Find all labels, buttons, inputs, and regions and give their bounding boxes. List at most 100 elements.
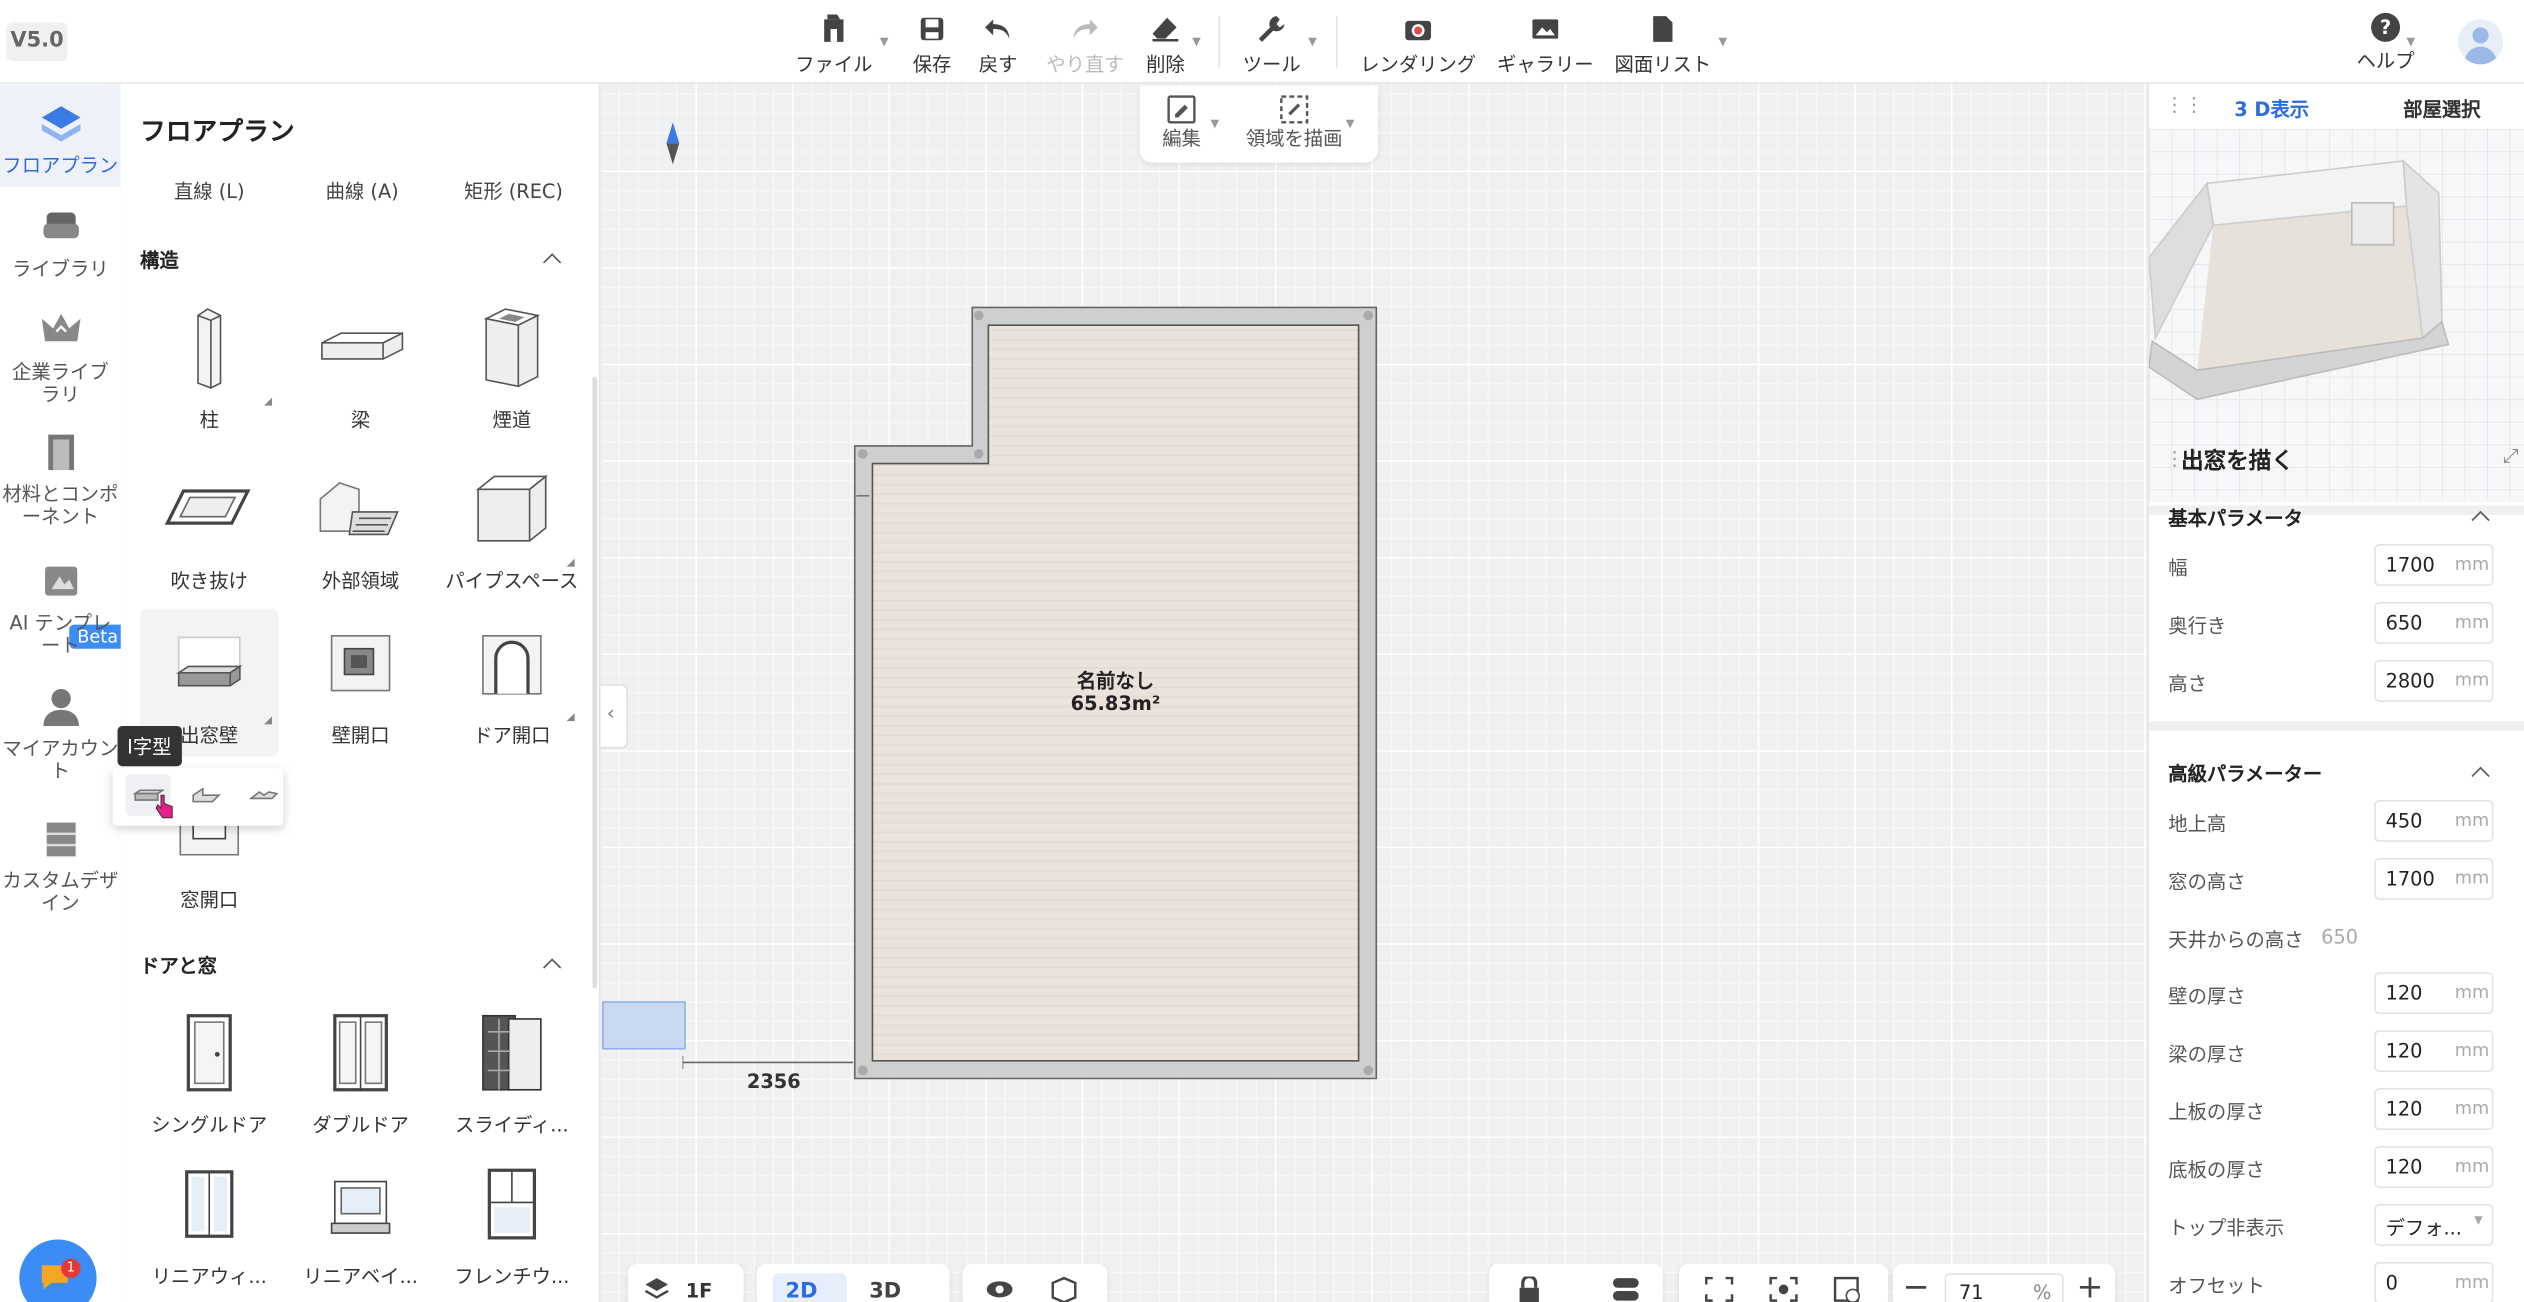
pipe-space-icon (464, 464, 561, 554)
undo-button[interactable]: 戻す (979, 13, 1017, 77)
item-double-door[interactable]: ダブルドア (291, 998, 429, 1143)
help-caret-icon: ▼ (2406, 35, 2416, 49)
item-exterior-area[interactable]: 外部領域 (291, 454, 429, 599)
lock-icon[interactable] (1518, 1276, 1541, 1302)
param-depth: 奥行き 650 mm (2168, 602, 2506, 647)
item-linear-bay-window[interactable]: リニアベイ... (291, 1149, 429, 1294)
linear-bay-window-icon (312, 1159, 409, 1249)
param-wall-thickness: 壁の厚さ 120 mm (2168, 972, 2506, 1017)
redo-button[interactable]: やり直す (1046, 13, 1124, 77)
nav-floorplan[interactable]: フロアプラン (0, 83, 121, 187)
variant-u-shape[interactable] (241, 774, 286, 816)
zoom-out-button[interactable]: − (1903, 1267, 1930, 1302)
expand-icon[interactable]: ⤢ (2503, 444, 2518, 468)
nav-library[interactable]: ライブラリ (0, 206, 121, 296)
image-icon (1529, 13, 1561, 45)
beam-icon (312, 303, 409, 393)
params-title: 出窓を描く (2181, 449, 2294, 475)
right-panel: ⋮⋮ 3 D表示 部屋選択 ⋮⋮ 出窓を描く ⤢ 基本パラメータ 幅 1700 mm… (2147, 83, 2524, 1302)
nav-materials[interactable]: 材料とコンポーネント (0, 431, 121, 537)
item-wall-opening[interactable]: 壁開口 (291, 608, 429, 753)
redo-icon (1069, 13, 1101, 45)
item-beam[interactable]: 梁 (291, 293, 429, 438)
sofa-icon (38, 206, 83, 251)
fit-view-icon[interactable] (1705, 1276, 1734, 1302)
measure-icon[interactable] (1833, 1276, 1862, 1302)
mode-2d-button[interactable]: 2D (772, 1273, 847, 1302)
chevron-up-icon[interactable] (542, 955, 561, 974)
tab-line[interactable]: 直線 (L) (137, 177, 282, 204)
chevron-left-icon: ‹ (606, 701, 615, 725)
drawings-button[interactable]: 図面リスト ▼ (1615, 13, 1727, 77)
ai-template-icon (38, 560, 83, 605)
zoom-in-button[interactable]: + (2077, 1267, 2104, 1302)
chevron-up-icon[interactable] (542, 250, 561, 269)
item-atrium[interactable]: 吹き抜け (140, 454, 278, 599)
tab-rectangle[interactable]: 矩形 (REC) (441, 177, 586, 204)
drag-handle-icon[interactable]: ⋮⋮ (2165, 93, 2204, 116)
edit-button[interactable]: 編集 (1162, 95, 1201, 151)
save-icon (916, 13, 948, 45)
top-toolbar: V5.0 ファイル ▼ 保存 戻す やり直す 削除 ▼ ツール ▼ レンダリング ギャ… (0, 0, 2524, 84)
avatar[interactable] (2458, 19, 2504, 65)
panel-scrollbar[interactable] (592, 376, 598, 989)
wall-opening-icon (312, 618, 409, 708)
floorplan-panel: フロアプラン 直線 (L) 曲線 (A) 矩形 (REC) 構造 柱 梁 煙道 … (120, 83, 601, 1302)
render-button[interactable]: レンダリング (1360, 13, 1476, 77)
selection-rectangle[interactable] (602, 1001, 686, 1050)
collapse-panel-button[interactable]: ‹ (598, 684, 628, 749)
floor-selector[interactable]: 1F (627, 1263, 744, 1302)
room-label: 名前なし 65.83m² (1070, 669, 1161, 715)
item-french-window[interactable]: フレンチウ... (443, 1149, 581, 1294)
chevron-up-icon[interactable] (2471, 763, 2490, 782)
delete-button[interactable]: 削除 ▼ (1146, 13, 1201, 77)
gallery-button[interactable]: ギャラリー (1497, 13, 1594, 77)
focus-icon[interactable] (1769, 1276, 1798, 1302)
item-pipe-space[interactable]: パイプスペース (443, 454, 581, 599)
chevron-up-icon[interactable] (2471, 507, 2490, 526)
item-linear-window[interactable]: リニアウィ... (140, 1149, 278, 1294)
tab-3d-view[interactable]: 3 D表示 (2234, 95, 2309, 122)
cube-icon[interactable] (1050, 1276, 1079, 1302)
nav-account[interactable]: マイアカウント (0, 686, 121, 786)
compass-icon (666, 122, 680, 165)
save-button[interactable]: 保存 (913, 13, 951, 77)
item-sliding-door[interactable]: スライディ... (443, 998, 581, 1143)
nav-custom-design[interactable]: カスタムデザイン (0, 818, 121, 924)
mode-3d-button[interactable]: 3D (860, 1273, 934, 1302)
edit-caret-icon: ▼ (1210, 117, 1220, 131)
tools-button[interactable]: ツール ▼ (1243, 13, 1317, 77)
eye-icon[interactable] (985, 1280, 1014, 1299)
toolbar-divider (1336, 16, 1338, 68)
doors-section-title: ドアと窓 (140, 954, 217, 978)
draw-area-button[interactable]: 領域を描画 (1246, 95, 1343, 151)
crown-icon (38, 309, 83, 354)
document-icon (1647, 13, 1679, 45)
variant-l-shape[interactable] (184, 774, 229, 816)
param-window-height: 窓の高さ 1700 mm (2168, 857, 2506, 903)
french-window-icon (464, 1159, 561, 1249)
file-button[interactable]: ファイル ▼ (795, 13, 889, 77)
nav-ai-template[interactable]: AI テンプレート (0, 560, 121, 666)
bay-window-wall-icon (161, 618, 258, 708)
item-column[interactable]: 柱 (140, 293, 278, 438)
draw-area-caret-icon: ▼ (1345, 117, 1355, 131)
zoom-input[interactable]: 71 % (1944, 1273, 2064, 1302)
chat-button[interactable] (19, 1239, 97, 1302)
item-single-door[interactable]: シングルドア (140, 998, 278, 1143)
tab-curve[interactable]: 曲線 (A) (290, 177, 435, 204)
edit-icon (1167, 95, 1196, 124)
item-flue[interactable]: 煙道 (443, 293, 581, 438)
tab-room-select[interactable]: 部屋選択 (2403, 95, 2480, 122)
param-ground-height: 地上高 450 mm (2168, 800, 2506, 845)
basic-params-title: 基本パラメータ (2168, 507, 2303, 530)
toggle-icon[interactable] (1611, 1276, 1640, 1302)
exterior-area-icon (312, 464, 409, 554)
item-door-opening[interactable]: ドア開口 (443, 608, 581, 753)
view-mode-toggle: 2D 3D (756, 1263, 950, 1302)
canvas-floating-toolbar: 編集 ▼ 領域を描画 ▼ (1139, 85, 1378, 163)
section-divider (2148, 721, 2524, 731)
eraser-icon (1149, 13, 1181, 45)
nav-enterprise-library[interactable]: 企業ライブラリ (0, 309, 121, 415)
undo-icon (982, 13, 1014, 45)
